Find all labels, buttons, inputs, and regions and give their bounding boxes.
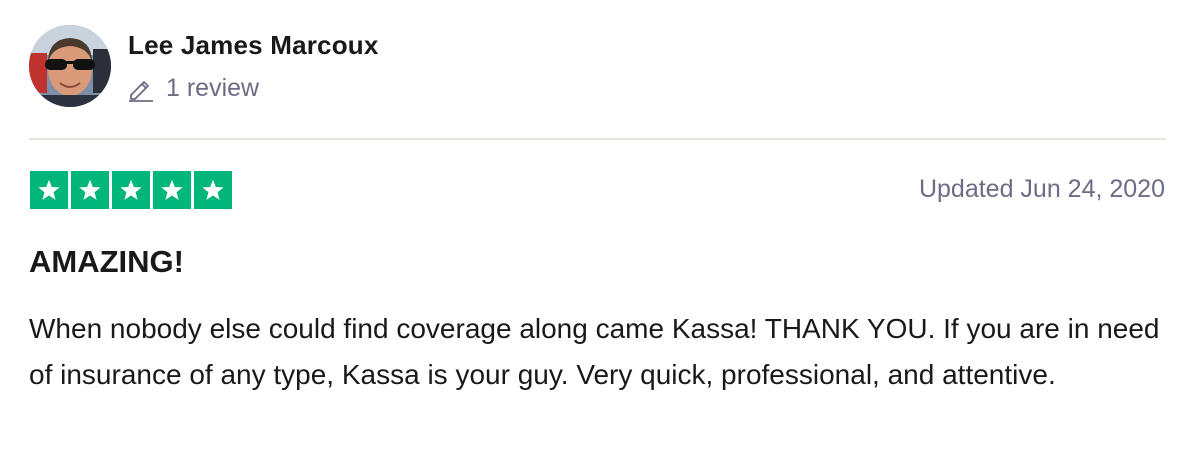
- divider: [29, 138, 1166, 140]
- avatar-photo-icon: [29, 25, 111, 107]
- review-card: Lee James Marcoux 1 review Updated Jun 2…: [0, 0, 1200, 468]
- star-icon: [153, 171, 191, 209]
- star-icon: [194, 171, 232, 209]
- star-icon: [71, 171, 109, 209]
- pencil-icon: [128, 76, 154, 102]
- reviewer-avatar[interactable]: [29, 25, 111, 107]
- review-count: 1 review: [128, 74, 259, 103]
- review-count-label: 1 review: [166, 74, 260, 102]
- star-icon: [112, 171, 150, 209]
- review-body: When nobody else could find coverage alo…: [29, 313, 1160, 390]
- reviewer-name[interactable]: Lee James Marcoux: [128, 30, 379, 61]
- review-title[interactable]: AMAZING!: [29, 244, 184, 280]
- review-date: Updated Jun 24, 2020: [918, 175, 1165, 203]
- star-icon: [30, 171, 68, 209]
- star-rating: [30, 171, 232, 209]
